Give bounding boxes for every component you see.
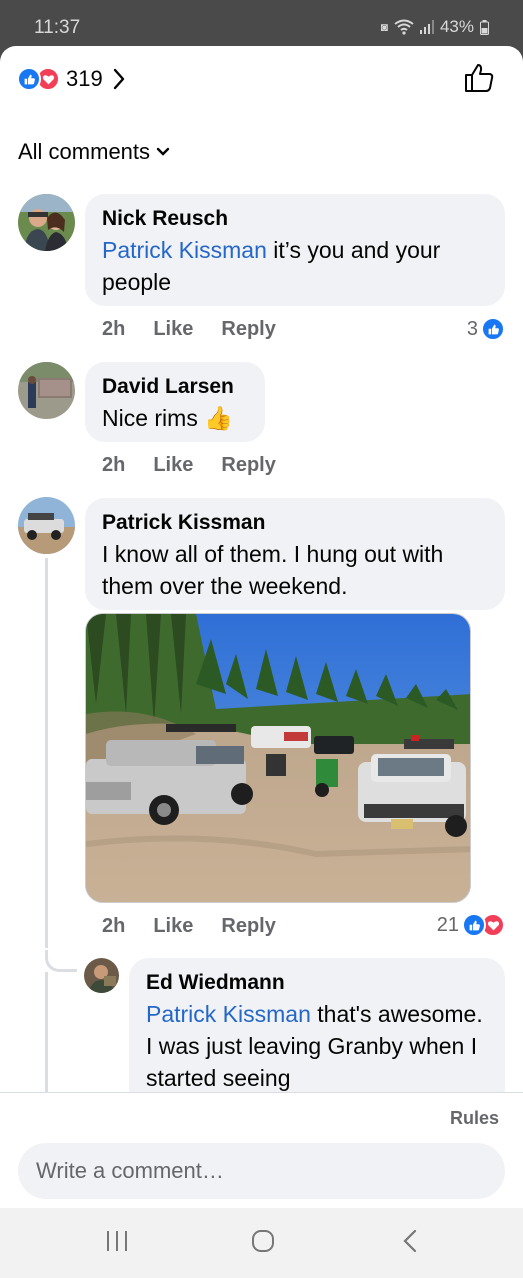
comment-bubble[interactable]: Nick Reusch Patrick Kissman it’s you and… <box>85 194 505 306</box>
reaction-count: 319 <box>66 66 103 91</box>
reply-bubble[interactable]: Ed Wiedmann Patrick Kissman that's aweso… <box>129 958 505 1108</box>
comment-composer-area: Rules Write a comment… <box>0 1092 523 1208</box>
like-reaction-icon <box>481 317 505 341</box>
avatar[interactable] <box>18 194 75 251</box>
comment-actions: 2h Like Reply <box>102 915 276 938</box>
system-nav-bar <box>0 1208 523 1278</box>
battery-percent: 43% <box>439 17 474 36</box>
comment-bubble[interactable]: Patrick Kissman I know all of them. I hu… <box>85 498 505 610</box>
like-reaction-icon <box>17 67 41 91</box>
comment-reactions[interactable]: 3 <box>467 317 505 341</box>
reply-text: Patrick Kissman that's awesome. I was ju… <box>146 1001 483 1091</box>
comment-time: 2h <box>102 318 126 340</box>
status-time: 11:37 <box>34 17 81 38</box>
like-button[interactable]: Like <box>153 915 193 938</box>
wifi-icon <box>394 19 414 35</box>
comment-author[interactable]: Patrick Kissman <box>102 508 488 538</box>
like-button[interactable]: Like <box>153 318 193 341</box>
like-button-outline-icon[interactable] <box>463 62 495 94</box>
chevron-right-icon <box>113 68 124 90</box>
comment-reaction-count: 3 <box>466 317 478 340</box>
avatar[interactable] <box>18 497 75 554</box>
thread-connector <box>45 950 77 972</box>
comment-actions: 2h Like Reply <box>102 454 276 477</box>
comment-reactions[interactable]: 21 <box>437 913 505 937</box>
thumbs-up-emoji: 👍 <box>204 405 233 431</box>
comment-author[interactable]: David Larsen <box>102 372 248 402</box>
recent-apps-icon[interactable] <box>104 1228 130 1254</box>
comment-filter-label: All comments <box>18 139 151 164</box>
reply-button[interactable]: Reply <box>221 915 275 938</box>
comment-bubble[interactable]: David Larsen Nice rims 👍 <box>85 362 265 442</box>
reply-author[interactable]: Ed Wiedmann <box>146 968 488 998</box>
thread-line <box>45 972 48 1102</box>
comment-reaction-count: 21 <box>436 913 459 936</box>
mention-link[interactable]: Patrick Kissman <box>146 1001 311 1027</box>
avatar[interactable] <box>84 958 119 993</box>
comment-input-placeholder: Write a comment… <box>36 1158 224 1183</box>
signal-icon <box>419 20 434 34</box>
comment-time: 2h <box>102 454 126 476</box>
reply-button[interactable]: Reply <box>221 318 275 341</box>
comment-time: 2h <box>102 915 126 937</box>
like-reaction-icon <box>462 913 486 937</box>
chevron-down-icon <box>156 147 170 156</box>
reactions-summary[interactable]: 319 <box>17 66 125 92</box>
thread-line <box>45 558 48 948</box>
comment-input[interactable]: Write a comment… <box>18 1143 505 1199</box>
battery-icon <box>480 19 489 35</box>
status-icons: ◙ 43% <box>381 17 489 37</box>
back-icon[interactable] <box>400 1228 420 1254</box>
avatar[interactable] <box>18 362 75 419</box>
comment-photo[interactable] <box>85 613 471 903</box>
home-icon[interactable] <box>250 1228 276 1254</box>
like-button[interactable]: Like <box>153 454 193 477</box>
comment-filter-dropdown[interactable]: All comments <box>18 139 170 165</box>
comment-text: Nice rims 👍 <box>102 405 233 431</box>
rules-link[interactable]: Rules <box>450 1108 499 1129</box>
comment-author[interactable]: Nick Reusch <box>102 204 488 234</box>
status-bar: 11:37 ◙ 43% <box>0 0 523 46</box>
comments-sheet: 319 All comments Nick Reusch Patrick Kis… <box>0 46 523 1208</box>
comment-text: Patrick Kissman it’s you and your people <box>102 237 441 295</box>
comment-text: I know all of them. I hung out with them… <box>102 541 444 599</box>
notification-icon: ◙ <box>380 20 388 34</box>
comment-actions: 2h Like Reply <box>102 318 276 341</box>
mention-link[interactable]: Patrick Kissman <box>102 237 267 263</box>
reply-button[interactable]: Reply <box>221 454 275 477</box>
